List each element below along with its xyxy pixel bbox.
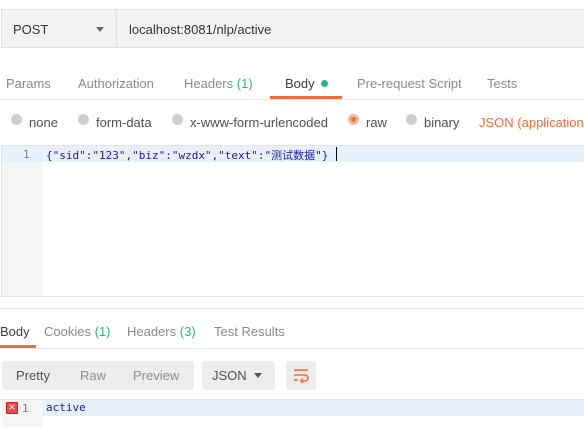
editor-gutter [2, 146, 42, 296]
chevron-down-icon [254, 373, 262, 378]
radio-urlencoded-label[interactable]: x-www-form-urlencoded [190, 115, 328, 130]
line-number: 1 [23, 148, 30, 161]
request-body-editor[interactable] [1, 145, 584, 297]
tab-authorization[interactable]: Authorization [78, 76, 154, 91]
view-mode-preview[interactable]: Preview [133, 368, 179, 383]
error-marker-icon: × [6, 402, 18, 414]
radio-binary-label[interactable]: binary [424, 115, 459, 130]
response-line-highlight [2, 400, 584, 416]
response-line-number: 1 [22, 402, 29, 415]
view-mode-raw[interactable]: Raw [80, 368, 106, 383]
headers-count: (1) [236, 76, 253, 91]
response-tabs-divider [0, 348, 584, 349]
text-cursor [336, 147, 337, 161]
tab-headers[interactable]: Headers (1) [184, 76, 253, 91]
language-label: JSON [212, 368, 247, 383]
response-tab-cookies[interactable]: Cookies (1) [44, 324, 110, 339]
radio-raw[interactable] [348, 114, 359, 125]
response-headers-count: (3) [179, 324, 196, 339]
radio-raw-label[interactable]: raw [366, 115, 387, 130]
radio-form-data-label[interactable]: form-data [96, 115, 152, 130]
tab-tests[interactable]: Tests [487, 76, 517, 91]
response-tab-headers[interactable]: Headers (3) [127, 324, 196, 339]
body-indicator-dot [320, 80, 328, 87]
radio-binary[interactable] [406, 114, 417, 125]
tab-body[interactable]: Body [285, 76, 328, 91]
tab-params[interactable]: Params [6, 76, 51, 91]
radio-none[interactable] [11, 114, 22, 125]
response-body-code: active [46, 401, 86, 414]
radio-none-label[interactable]: none [29, 115, 58, 130]
response-tab-body[interactable]: Body [0, 324, 30, 339]
radio-form-data[interactable] [78, 114, 89, 125]
content-type-select[interactable]: JSON (application/j [479, 115, 584, 130]
tabs-divider [0, 99, 584, 100]
tab-pre-request-script[interactable]: Pre-request Script [357, 76, 462, 91]
radio-urlencoded[interactable] [172, 114, 183, 125]
wrap-lines-icon [294, 369, 309, 383]
request-body-code[interactable]: {"sid":"123","biz":"wzdx","text":"测试数据"} [46, 147, 328, 163]
response-tab-test-results[interactable]: Test Results [214, 324, 285, 339]
view-mode-pretty[interactable]: Pretty [16, 368, 50, 383]
url-text: localhost:8081/nlp/active [129, 22, 272, 37]
chevron-down-icon[interactable] [96, 27, 104, 32]
method-label: POST [13, 22, 49, 37]
cookies-count: (1) [94, 324, 111, 339]
